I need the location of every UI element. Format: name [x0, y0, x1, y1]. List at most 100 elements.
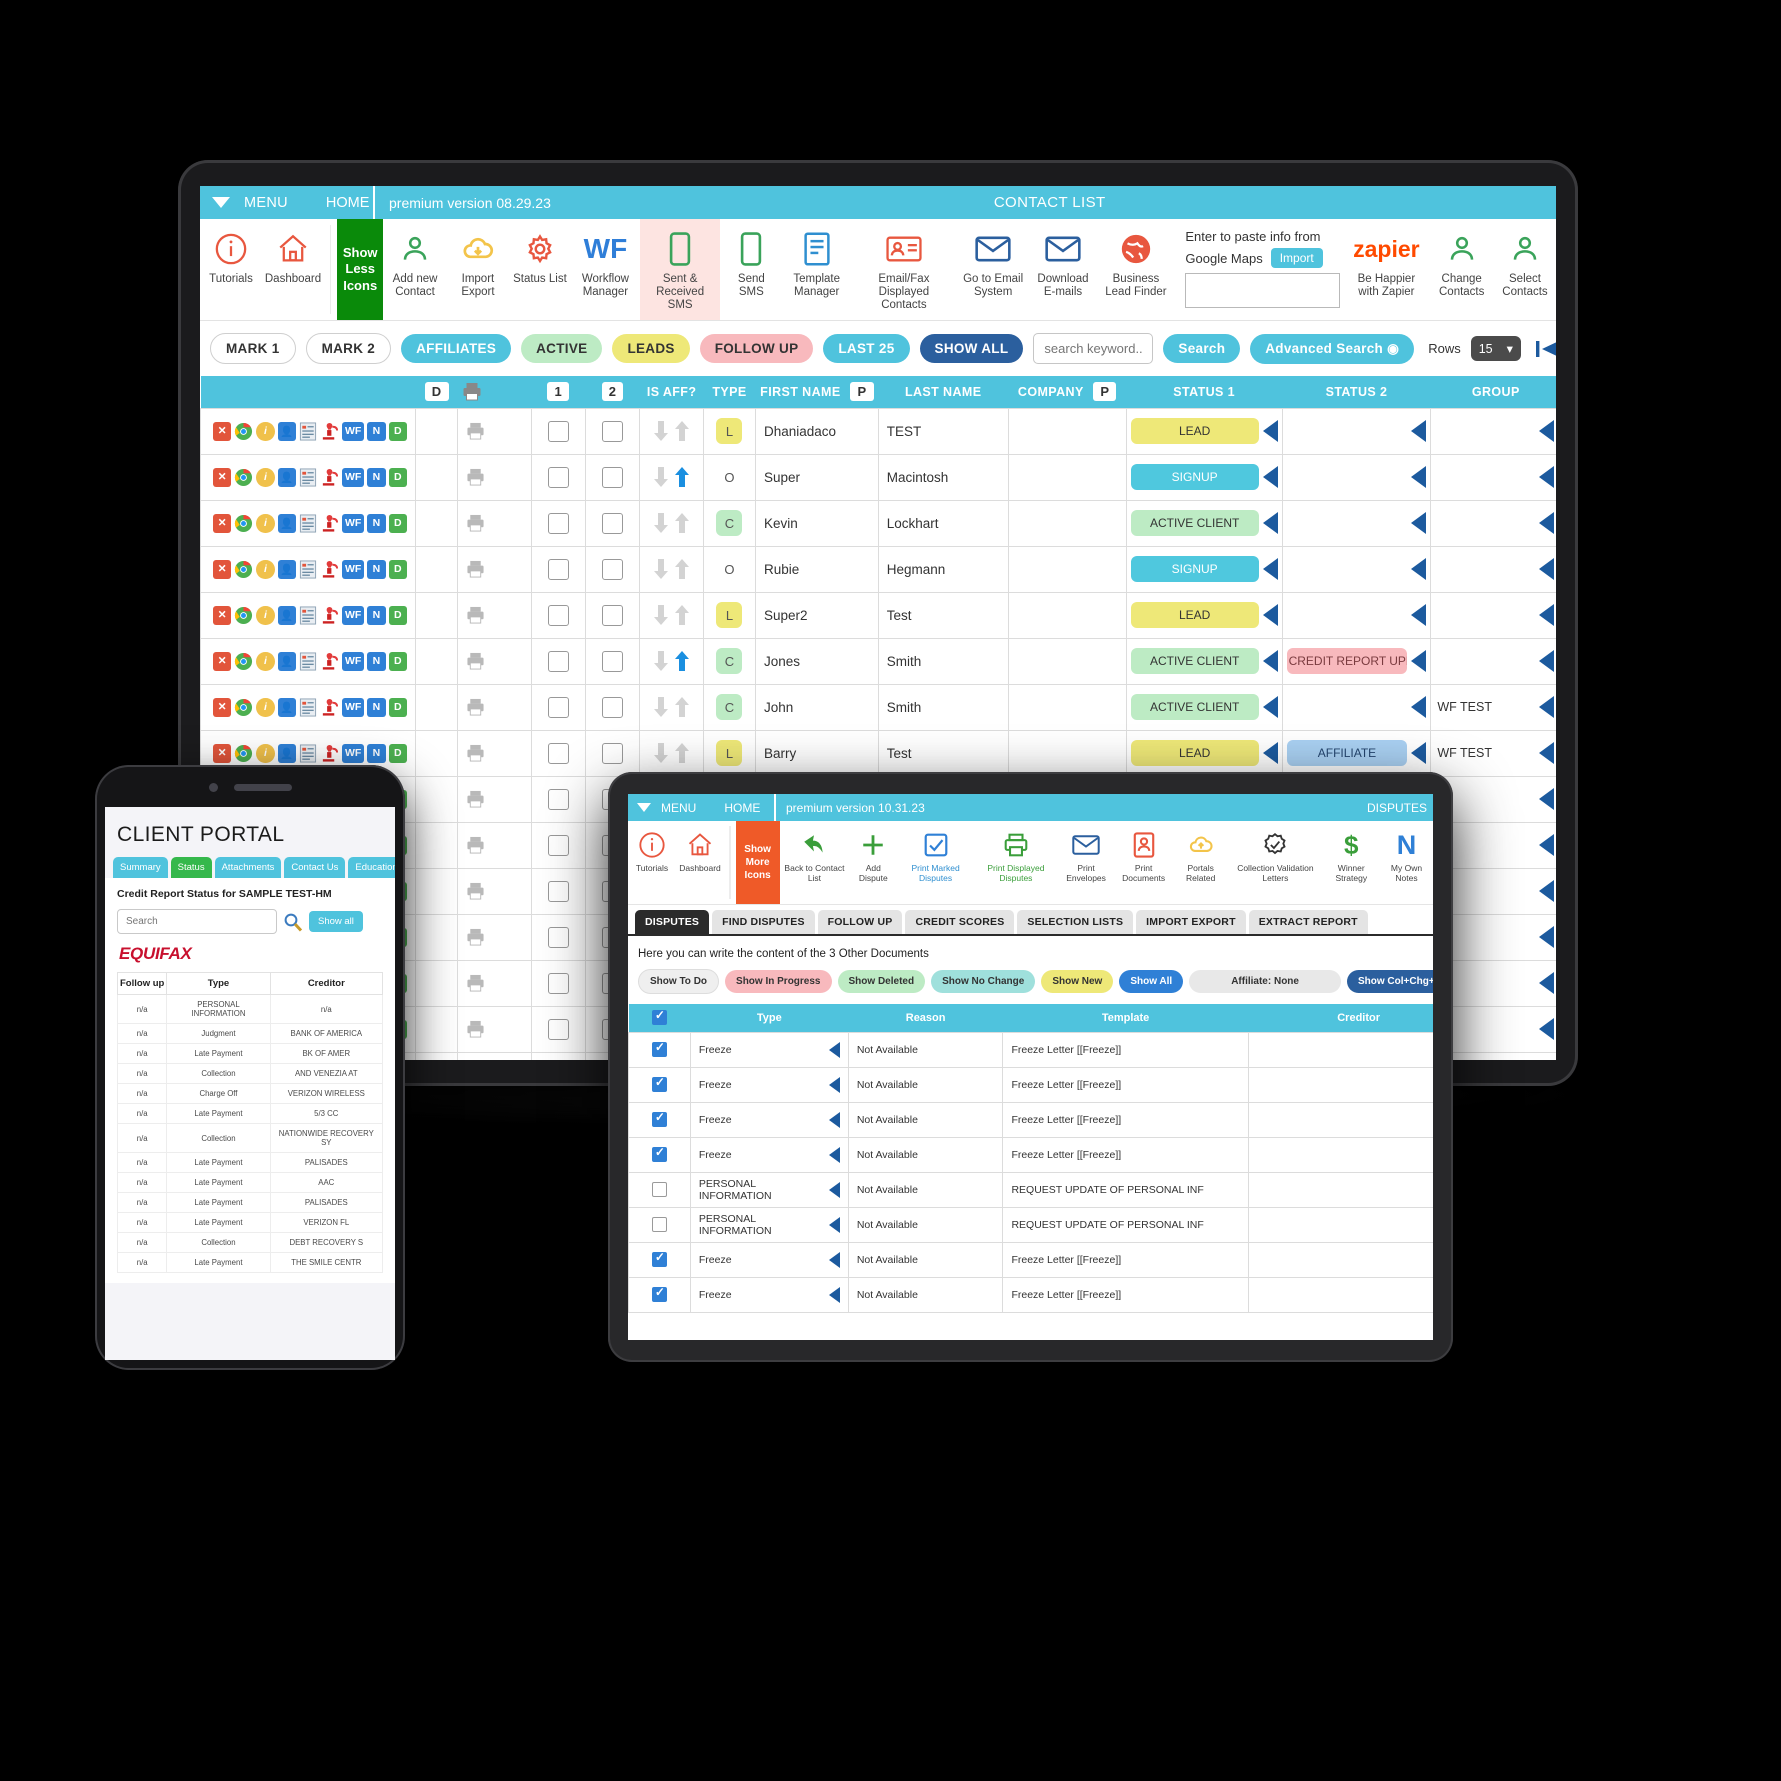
affiliate-filter-button[interactable]: Affiliate: None	[1189, 970, 1341, 993]
cell-is-aff[interactable]	[639, 407, 704, 455]
group-dropdown-icon[interactable]	[1539, 880, 1555, 902]
group-dropdown-icon[interactable]	[1539, 604, 1555, 626]
row-action-icons[interactable]: ✕ i 👤 WF N D	[200, 637, 416, 685]
ribbon-select-contacts[interactable]: Select Contacts	[1494, 219, 1556, 320]
th-status-1[interactable]: STATUS 1	[1126, 376, 1283, 408]
documents-icon[interactable]: D	[388, 605, 407, 625]
list-item[interactable]: n/a Late Payment PALISADES	[116, 1192, 384, 1213]
cell-print[interactable]	[457, 729, 532, 777]
row-action-icons[interactable]: ✕ i 👤 WF N D	[200, 407, 416, 455]
dispute-template-cell[interactable]: Freeze Letter [[Freeze]]	[1002, 1276, 1249, 1313]
cell-last-name[interactable]: Lockhart	[877, 499, 1009, 547]
stamp-icon[interactable]	[320, 560, 339, 579]
arrow-down-icon[interactable]	[653, 742, 669, 764]
dispute-checkbox[interactable]	[651, 1285, 667, 1302]
info-icon[interactable]: i	[256, 697, 275, 717]
cell-is-aff[interactable]	[639, 591, 704, 639]
mark2-checkbox[interactable]	[602, 420, 624, 442]
print-icon[interactable]	[466, 882, 522, 900]
cell-print[interactable]	[457, 821, 532, 869]
cell-type[interactable]: O	[703, 545, 756, 593]
type-dropdown-icon[interactable]	[828, 1146, 840, 1163]
print-icon[interactable]	[466, 422, 522, 440]
dispute-creditor-cell[interactable]	[1247, 1066, 1433, 1103]
dispute-template-cell[interactable]: REQUEST UPDATE OF PERSONAL INF	[1002, 1171, 1249, 1208]
cell-print[interactable]	[457, 683, 532, 731]
dispute-creditor-cell[interactable]	[1247, 1206, 1433, 1243]
chrome-icon[interactable]	[234, 744, 253, 763]
tab-summary[interactable]: Summary	[113, 857, 168, 878]
cell-first-name[interactable]: Rubie	[754, 545, 879, 593]
note-icon[interactable]: N	[367, 605, 386, 625]
cell-status-2[interactable]: CREDIT REPORT UPD	[1281, 637, 1432, 685]
status1-dropdown-icon[interactable]	[1262, 604, 1278, 626]
cell-is-aff[interactable]	[639, 545, 704, 593]
arrow-down-icon[interactable]	[653, 466, 669, 488]
cell-print[interactable]	[457, 453, 532, 501]
ribbon-winner-strategy[interactable]: $ Winner Strategy	[1323, 821, 1380, 904]
wf-icon[interactable]: WF	[342, 421, 365, 441]
table-row[interactable]: Freeze Not Available Freeze Letter [[Fre…	[628, 1031, 1433, 1068]
advanced-search-button[interactable]: Advanced Search ◉	[1250, 333, 1415, 364]
cell-type[interactable]: L	[703, 591, 756, 639]
ribbon-tutorials[interactable]: Tutorials	[628, 821, 676, 904]
table-row[interactable]: Freeze Not Available Freeze Letter [[Fre…	[628, 1101, 1433, 1138]
info-icon[interactable]: i	[256, 605, 275, 625]
documents-icon[interactable]: D	[388, 559, 407, 579]
cell-d[interactable]	[414, 867, 459, 915]
mark1-checkbox[interactable]	[547, 880, 569, 902]
dispute-creditor-cell[interactable]	[1247, 1241, 1433, 1278]
info-icon[interactable]: i	[256, 651, 275, 671]
documents-icon[interactable]: D	[388, 697, 407, 717]
dispute-creditor-cell[interactable]	[1247, 1101, 1433, 1138]
table-row[interactable]: Freeze Not Available Freeze Letter [[Fre…	[628, 1136, 1433, 1173]
group-dropdown-icon[interactable]	[1539, 558, 1555, 580]
mark1-checkbox[interactable]	[547, 466, 569, 488]
print-icon[interactable]	[466, 974, 522, 992]
cell-last-name[interactable]: Smith	[877, 637, 1009, 685]
wf-icon[interactable]: WF	[342, 559, 365, 579]
cell-type[interactable]: C	[703, 637, 756, 685]
th-reason[interactable]: Reason	[848, 1004, 1003, 1032]
group-dropdown-icon[interactable]	[1539, 972, 1555, 994]
arrow-down-icon[interactable]	[653, 696, 669, 718]
type-dropdown-icon[interactable]	[828, 1076, 840, 1093]
mark1-checkbox[interactable]	[547, 788, 569, 810]
cell-d[interactable]	[414, 821, 459, 869]
dispute-select-cell[interactable]	[628, 1276, 691, 1313]
documents-icon[interactable]: D	[388, 421, 407, 441]
show-more-icons-button[interactable]: Show More Icons	[735, 821, 780, 904]
list-item[interactable]: n/a Late Payment 5/3 CC	[116, 1103, 384, 1124]
tab-credit-scores[interactable]: CREDIT SCORES	[905, 910, 1015, 934]
table-row[interactable]: PERSONAL INFORMATION Not Available REQUE…	[628, 1171, 1433, 1208]
dispute-reason-cell[interactable]: Not Available	[847, 1031, 1004, 1068]
dispute-reason-cell[interactable]: Not Available	[847, 1241, 1004, 1278]
dispute-template-cell[interactable]: REQUEST UPDATE OF PERSONAL INF	[1002, 1206, 1249, 1243]
cell-type[interactable]: O	[703, 453, 756, 501]
delete-icon[interactable]: ✕	[213, 605, 232, 625]
chrome-icon[interactable]	[234, 422, 253, 441]
cell-mark-1[interactable]	[530, 637, 586, 685]
cell-print[interactable]	[457, 775, 532, 823]
th-mark-1[interactable]: 1	[531, 376, 586, 408]
cell-first-name[interactable]: Jones	[754, 637, 879, 685]
ribbon-go-to-email-system[interactable]: Go to Email System	[957, 219, 1030, 320]
tab-disputes[interactable]: DISPUTES	[635, 910, 710, 934]
cell-last-name[interactable]: TEST	[877, 407, 1009, 455]
tab-find-disputes[interactable]: FIND DISPUTES	[712, 910, 815, 934]
first-page-icon[interactable]	[1535, 337, 1556, 361]
th-type[interactable]: Type	[690, 1004, 849, 1032]
ribbon-portals-related[interactable]: Portals Related	[1173, 821, 1228, 904]
info-icon[interactable]: i	[256, 559, 275, 579]
ribbon-print-displayed-disputes[interactable]: Print Displayed Disputes	[974, 821, 1058, 904]
cell-is-aff[interactable]	[639, 637, 704, 685]
table-row[interactable]: ✕ i 👤 WF N D C Jones Smith ACTIVE CLIENT…	[200, 637, 1556, 685]
group-dropdown-icon[interactable]	[1539, 466, 1555, 488]
chrome-icon[interactable]	[234, 698, 253, 717]
filter-last-25[interactable]: LAST 25	[823, 334, 910, 363]
dispute-select-cell[interactable]	[628, 1031, 691, 1068]
group-dropdown-icon[interactable]	[1539, 742, 1555, 764]
cell-d[interactable]	[414, 729, 459, 777]
ribbon-print-documents[interactable]: Print Documents	[1114, 821, 1173, 904]
dispute-template-cell[interactable]: Freeze Letter [[Freeze]]	[1002, 1101, 1249, 1138]
